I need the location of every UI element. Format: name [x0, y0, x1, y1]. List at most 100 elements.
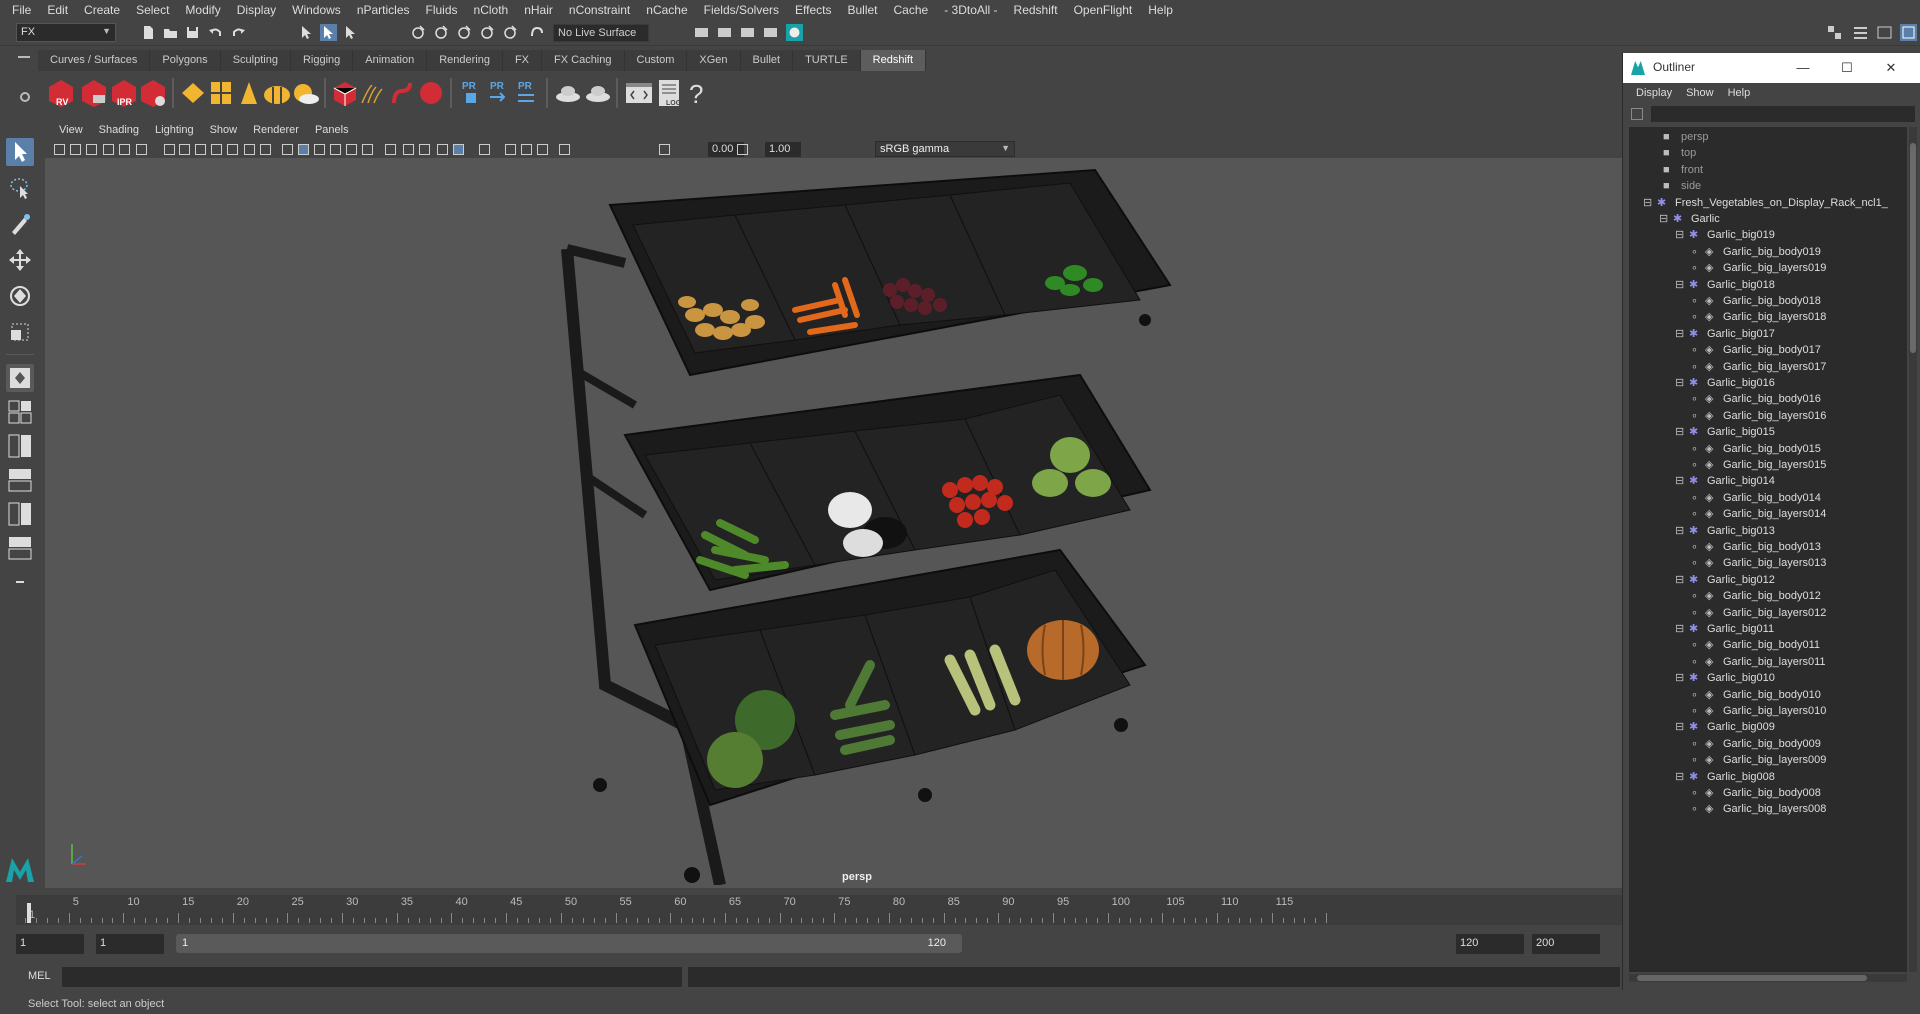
viewport-menu-lighting[interactable]: Lighting	[147, 124, 202, 136]
menu-nparticles[interactable]: nParticles	[349, 0, 418, 20]
gamma-icon[interactable]	[736, 143, 749, 156]
mel-language-label[interactable]: MEL	[28, 970, 51, 982]
lasso-tool-icon[interactable]	[6, 174, 34, 202]
magnet-icon[interactable]	[528, 24, 545, 41]
textured-icon[interactable]	[345, 143, 358, 156]
workspace-icon[interactable]	[1826, 24, 1843, 41]
xray-joints-icon[interactable]	[520, 143, 533, 156]
playback-start-field[interactable]: 1	[96, 934, 164, 954]
redshift-ies-light-icon[interactable]	[262, 77, 292, 109]
shelf-tab-polygons[interactable]: Polygons	[150, 50, 221, 71]
persp-outliner-layout-icon[interactable]	[6, 432, 34, 460]
viewport-menu-view[interactable]: View	[51, 124, 91, 136]
collapse-toggle-icon[interactable]: ⊟	[1659, 209, 1673, 229]
current-frame-marker[interactable]	[27, 903, 31, 923]
select-tool-icon[interactable]	[6, 138, 34, 166]
shelf-tab-sculpting[interactable]: Sculpting	[220, 50, 291, 71]
menu-cache[interactable]: Cache	[886, 0, 937, 20]
outliner-garlic-layers-shape[interactable]: ∘ ◈ Garlic_big_layers008	[1691, 799, 1826, 819]
menu-openflight[interactable]: OpenFlight	[1066, 0, 1141, 20]
menu-fluids[interactable]: Fluids	[418, 0, 466, 20]
help-question-icon[interactable]: ?	[682, 77, 712, 109]
redshift-sun-sky-icon[interactable]	[290, 77, 320, 109]
redshift-render-sequence-icon[interactable]	[79, 77, 109, 109]
persp-hypershade-layout-icon[interactable]	[6, 500, 34, 528]
menu-help[interactable]: Help	[1140, 0, 1181, 20]
menu-modify[interactable]: Modify	[177, 0, 228, 20]
snap-grid-icon[interactable]	[410, 24, 427, 41]
backface-icon[interactable]	[558, 143, 571, 156]
menu-select[interactable]: Select	[128, 0, 177, 20]
snap-view-plane-icon[interactable]	[479, 24, 496, 41]
menu-edit[interactable]: Edit	[39, 0, 76, 20]
outliner-menu-display[interactable]: Display	[1629, 87, 1679, 99]
ipr-render-icon[interactable]	[739, 24, 756, 41]
shelf-tab-bullet[interactable]: Bullet	[740, 50, 794, 71]
default-material-icon[interactable]	[313, 143, 326, 156]
use-all-lights-icon[interactable]	[361, 143, 374, 156]
collapse-toggle-icon[interactable]: ⊟	[1675, 767, 1689, 787]
menu-ncloth[interactable]: nCloth	[466, 0, 517, 20]
animation-start-field[interactable]: 1	[16, 934, 84, 954]
snap-point-icon[interactable]	[456, 24, 473, 41]
new-scene-icon[interactable]	[140, 24, 157, 41]
save-scene-icon[interactable]	[184, 24, 201, 41]
minimize-icon[interactable]: —	[1793, 58, 1813, 78]
camera-attributes-icon[interactable]	[69, 143, 82, 156]
menu-bullet[interactable]: Bullet	[839, 0, 885, 20]
collapse-toggle-icon[interactable]: ⊟	[1675, 570, 1689, 590]
collapse-toggle-icon[interactable]: ⊟	[1675, 373, 1689, 393]
shelf-tab-turtle[interactable]: TURTLE	[793, 50, 861, 71]
screen-space-ao-icon[interactable]	[402, 143, 415, 156]
playback-range-slider[interactable]: 1 120	[176, 934, 962, 953]
isolate-select-icon[interactable]	[478, 143, 491, 156]
collapse-toggle-icon[interactable]: ⊟	[1675, 275, 1689, 295]
menu-3dtoall[interactable]: - 3DtoAll -	[936, 0, 1005, 20]
single-perspective-layout-icon[interactable]	[6, 364, 34, 392]
collapse-toggle-icon[interactable]: ⊟	[1675, 324, 1689, 344]
select-hierarchy-icon[interactable]	[298, 24, 315, 41]
shelf-tab-rendering[interactable]: Rendering	[427, 50, 503, 71]
menu-ncache[interactable]: nCache	[638, 0, 695, 20]
redshift-hair-icon[interactable]	[358, 77, 388, 109]
safe-title-icon[interactable]	[259, 143, 272, 156]
playback-end-field[interactable]: 120	[1456, 934, 1524, 954]
collapse-toggle-icon[interactable]: ⊟	[1675, 717, 1689, 737]
log-file-icon[interactable]: LOG	[654, 77, 684, 109]
redshift-curve-icon[interactable]	[388, 77, 418, 109]
shelf-tab-fx[interactable]: FX	[502, 50, 543, 71]
redshift-lights-icon[interactable]	[178, 77, 208, 109]
select-camera-icon[interactable]	[53, 143, 66, 156]
menu-display[interactable]: Display	[229, 0, 284, 20]
smooth-shade-icon[interactable]	[297, 143, 310, 156]
animation-end-field[interactable]: 200	[1532, 934, 1600, 954]
menu-set-dropdown[interactable]: FX ▼	[16, 23, 116, 42]
collapse-toggle-icon[interactable]: ⊟	[1675, 619, 1689, 639]
menu-effects[interactable]: Effects	[787, 0, 839, 20]
menu-redshift[interactable]: Redshift	[1006, 0, 1066, 20]
redshift-render-options-icon[interactable]	[138, 77, 168, 109]
select-component-icon[interactable]	[342, 24, 359, 41]
live-surface-field[interactable]: No Live Surface	[553, 24, 649, 42]
shelf-tab-redshift[interactable]: Redshift	[860, 50, 927, 71]
redshift-ipr-icon[interactable]: IPR	[109, 77, 139, 109]
collapse-toggle-icon[interactable]: ⊟	[1675, 668, 1689, 688]
menu-file[interactable]: File	[4, 0, 39, 20]
persp-uv-layout-icon[interactable]	[6, 534, 34, 562]
snap-live-icon[interactable]	[502, 24, 519, 41]
depth-of-field-icon[interactable]	[452, 143, 465, 156]
paint-select-tool-icon[interactable]	[6, 210, 34, 238]
shelf-tab-rigging[interactable]: Rigging	[290, 50, 354, 71]
pr-proxy-export-icon[interactable]: PR	[456, 77, 486, 109]
vegetable-rack-model[interactable]	[545, 165, 1195, 885]
shelf-tab-curves-surfaces[interactable]: Curves / Surfaces	[38, 50, 151, 71]
xray-components-icon[interactable]	[536, 143, 549, 156]
menu-nconstraint[interactable]: nConstraint	[561, 0, 638, 20]
hypershade-icon[interactable]	[786, 24, 803, 41]
undo-icon[interactable]	[207, 24, 224, 41]
motion-blur-icon[interactable]	[418, 143, 431, 156]
redshift-sphere-icon[interactable]	[416, 77, 446, 109]
redo-icon[interactable]	[230, 24, 247, 41]
shelf-settings-gear-icon[interactable]	[20, 92, 30, 102]
collapse-toggle-icon[interactable]: ⊟	[1643, 193, 1657, 213]
